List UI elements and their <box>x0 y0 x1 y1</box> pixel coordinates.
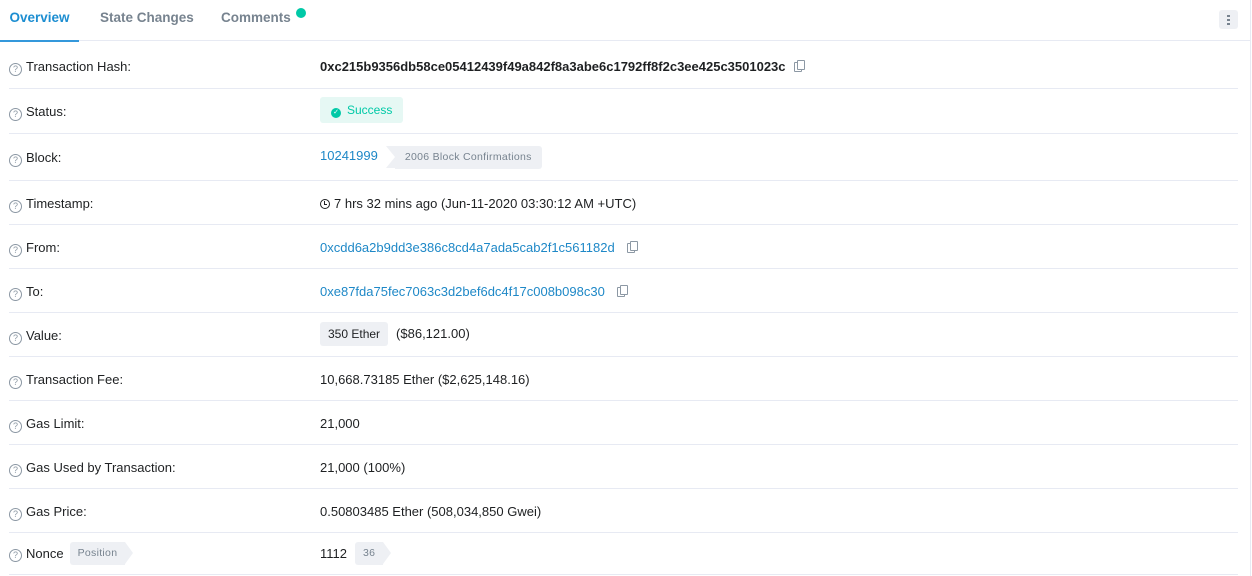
help-icon[interactable]: ? <box>9 154 22 167</box>
row-gas-price: ? Gas Price: 0.50803485 Ether (508,034,85… <box>9 489 1238 533</box>
comments-notification-dot <box>296 8 306 18</box>
row-nonce: ? Nonce Position 1112 36 <box>9 533 1238 575</box>
copy-icon[interactable] <box>626 241 639 253</box>
help-icon[interactable]: ? <box>9 548 22 562</box>
from-value: 0xcdd6a2b9dd3e386c8cd4a7ada5cab2f1c56118… <box>320 240 639 255</box>
help-icon[interactable]: ? <box>9 288 22 301</box>
transaction-fee-label: ? Transaction Fee: <box>9 372 123 389</box>
usd-value: ($86,121.00) <box>396 326 470 341</box>
help-icon[interactable]: ? <box>9 508 22 521</box>
gas-limit-label: ? Gas Limit: <box>9 416 85 433</box>
timestamp-text: 7 hrs 32 mins ago (Jun-11-2020 03:30:12 … <box>334 196 637 211</box>
clock-icon <box>320 199 330 209</box>
to-value: 0xe87fda75fec7063c3d2bef6dc4f17c008b098c… <box>320 284 629 299</box>
label-text: Gas Price: <box>26 504 87 519</box>
hash-text: 0xc215b9356db58ce05412439f49a842f8a3abe6… <box>320 59 786 74</box>
label-text: To: <box>26 284 44 299</box>
value-value: 350 Ether ($86,121.00) <box>320 322 470 346</box>
gas-used-label: ? Gas Used by Transaction: <box>9 460 176 477</box>
block-label: ? Block: <box>9 150 61 167</box>
row-from: ? From: 0xcdd6a2b9dd3e386c8cd4a7ada5cab2f… <box>9 225 1238 269</box>
from-address-link[interactable]: 0xcdd6a2b9dd3e386c8cd4a7ada5cab2f1c56118… <box>320 240 615 255</box>
label-text: Value: <box>26 328 62 343</box>
help-icon[interactable]: ? <box>9 376 22 389</box>
gas-used-value: 21,000 (100%) <box>320 460 406 475</box>
status-badge: ✓ Success <box>320 97 404 123</box>
nonce-value: 1112 36 <box>320 542 392 565</box>
help-icon[interactable]: ? <box>9 108 22 121</box>
gas-price-value: 0.50803485 Ether (508,034,850 Gwei) <box>320 504 542 519</box>
tab-comments[interactable]: Comments <box>221 0 291 41</box>
help-icon[interactable]: ? <box>9 332 22 345</box>
position-value-badge: 36 <box>355 542 392 565</box>
ether-amount-badge: 350 Ether <box>320 322 389 346</box>
label-text: Transaction Hash: <box>26 59 132 74</box>
help-icon[interactable]: ? <box>9 63 22 76</box>
row-to: ? To: 0xe87fda75fec7063c3d2bef6dc4f17c008… <box>9 269 1238 313</box>
label-text: Gas Used by Transaction: <box>26 460 176 475</box>
label-text: Nonce <box>26 546 64 561</box>
block-confirmations-badge: 2006 Block Confirmations <box>385 146 542 169</box>
transaction-hash-label: ? Transaction Hash: <box>9 59 131 76</box>
transaction-details-card: Overview State Changes Comments ? Transac… <box>0 0 1251 576</box>
status-label: ? Status: <box>9 104 66 121</box>
status-text: Success <box>347 103 393 117</box>
ellipsis-dot <box>1227 23 1230 25</box>
tab-bar: Overview State Changes Comments <box>0 0 1251 42</box>
transaction-fee-value: 10,668.73185 Ether ($2,625,148.16) <box>320 372 530 387</box>
status-value: ✓ Success <box>320 97 404 123</box>
row-value: ? Value: 350 Ether ($86,121.00) <box>9 313 1238 357</box>
tab-state-changes[interactable]: State Changes <box>100 0 194 41</box>
ellipsis-dot <box>1227 19 1230 21</box>
row-timestamp: ? Timestamp: 7 hrs 32 mins ago (Jun-11-20… <box>9 181 1238 225</box>
tab-overview[interactable]: Overview <box>0 0 79 42</box>
timestamp-value: 7 hrs 32 mins ago (Jun-11-2020 03:30:12 … <box>320 196 636 211</box>
row-transaction-hash: ? Transaction Hash: 0xc215b9356db58ce0541… <box>9 41 1238 89</box>
help-icon[interactable]: ? <box>9 420 22 433</box>
more-options-button[interactable] <box>1219 10 1238 29</box>
timestamp-label: ? Timestamp: <box>9 196 93 213</box>
position-label-badge: Position <box>69 542 134 565</box>
block-number-link[interactable]: 10241999 <box>320 148 378 163</box>
row-gas-limit: ? Gas Limit: 21,000 <box>9 401 1238 445</box>
to-label: ? To: <box>9 284 43 301</box>
block-value: 10241999 2006 Block Confirmations <box>320 146 542 169</box>
row-gas-used: ? Gas Used by Transaction: 21,000 (100%) <box>9 445 1238 489</box>
copy-icon[interactable] <box>616 285 629 297</box>
label-text: Timestamp: <box>26 196 94 211</box>
to-address-link[interactable]: 0xe87fda75fec7063c3d2bef6dc4f17c008b098c… <box>320 284 605 299</box>
label-text: Status: <box>26 104 67 119</box>
gas-price-label: ? Gas Price: <box>9 504 87 521</box>
nonce-label: ? Nonce Position <box>9 542 134 565</box>
check-circle-icon: ✓ <box>331 108 341 118</box>
row-status: ? Status: ✓ Success <box>9 89 1238 134</box>
copy-icon[interactable] <box>793 60 806 72</box>
row-block: ? Block: 10241999 2006 Block Confirmations <box>9 134 1238 181</box>
label-text: Block: <box>26 150 62 165</box>
label-text: From: <box>26 240 60 255</box>
row-transaction-fee: ? Transaction Fee: 10,668.73185 Ether ($2… <box>9 357 1238 401</box>
from-label: ? From: <box>9 240 60 257</box>
label-text: Transaction Fee: <box>26 372 124 387</box>
label-text: Gas Limit: <box>26 416 85 431</box>
vertical-ellipsis-icon <box>1227 15 1230 17</box>
gas-limit-value: 21,000 <box>320 416 360 431</box>
help-icon[interactable]: ? <box>9 464 22 477</box>
value-label: ? Value: <box>9 328 62 345</box>
help-icon[interactable]: ? <box>9 200 22 213</box>
nonce-number: 1112 <box>320 546 347 561</box>
transaction-hash-value: 0xc215b9356db58ce05412439f49a842f8a3abe6… <box>320 59 806 74</box>
help-icon[interactable]: ? <box>9 244 22 257</box>
